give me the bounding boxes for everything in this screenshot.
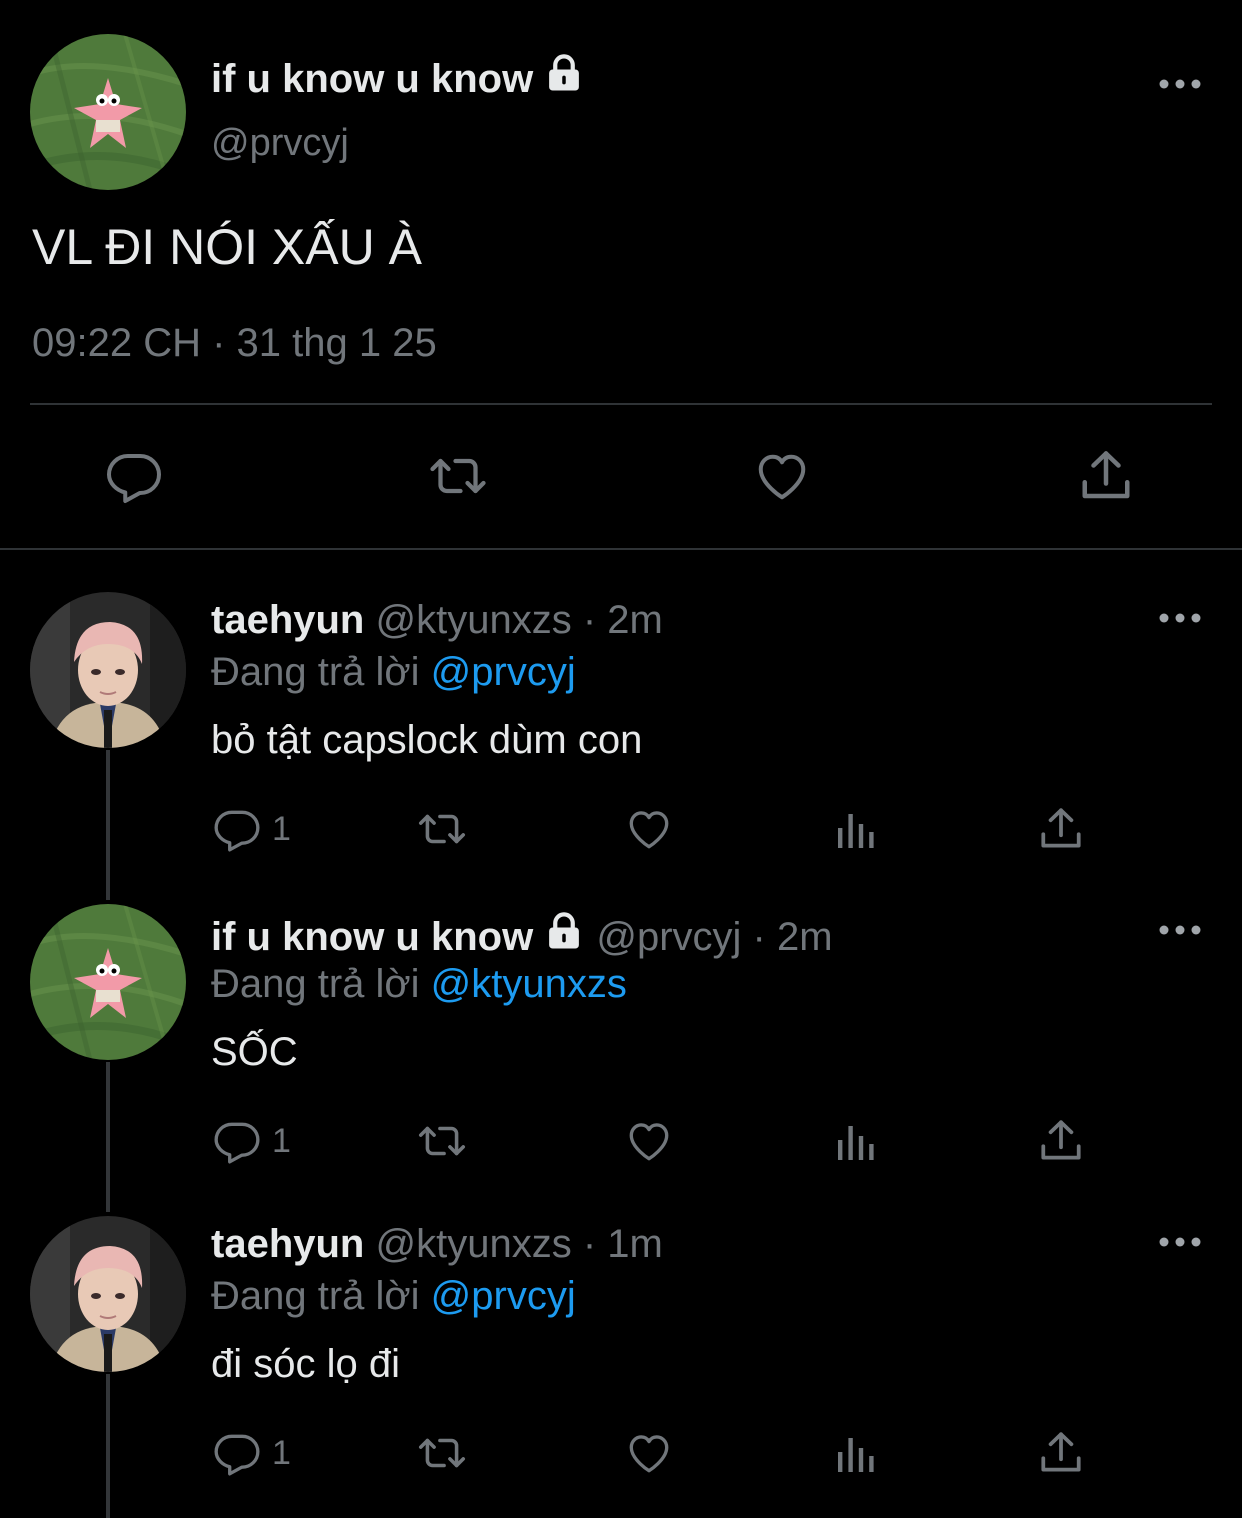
heart-icon	[624, 1116, 674, 1166]
reply-text: đi sóc lọ đi	[211, 1342, 400, 1386]
reply-handle[interactable]: @ktyunxzs	[375, 1222, 571, 1266]
reply-button[interactable]: 1	[212, 1428, 291, 1478]
reply-text: SỐC	[211, 1030, 298, 1074]
share-button[interactable]	[1036, 1428, 1086, 1478]
divider	[30, 403, 1212, 405]
reply-count: 1	[272, 809, 291, 848]
reply-icon	[104, 446, 164, 506]
reply-header: taehyun @ktyunxzs · 1m	[211, 1220, 663, 1268]
taehyun-avatar-icon	[30, 592, 186, 748]
reply-avatar[interactable]	[30, 1216, 186, 1372]
replying-to-link[interactable]: @prvcyj	[431, 1274, 576, 1318]
thread-line	[106, 1374, 110, 1518]
retweet-icon	[414, 1116, 470, 1166]
more-options-icon[interactable]	[1158, 1232, 1202, 1252]
retweet-button[interactable]	[425, 446, 491, 506]
main-display-name[interactable]: if u know u know	[211, 52, 585, 104]
share-icon	[1036, 804, 1086, 854]
replying-to-link[interactable]: @ktyunxzs	[431, 962, 627, 1006]
more-options-icon[interactable]	[1158, 608, 1202, 628]
heart-icon	[624, 804, 674, 854]
reply-avatar[interactable]	[30, 904, 186, 1060]
taehyun-avatar-icon	[30, 1216, 186, 1372]
share-button[interactable]	[1036, 1116, 1086, 1166]
replying-to: Đang trả lời @ktyunxzs	[211, 960, 627, 1008]
reply-display-name[interactable]: taehyun	[211, 1222, 364, 1266]
reply-avatar[interactable]	[30, 592, 186, 748]
reply-header: taehyun @ktyunxzs · 2m	[211, 596, 663, 644]
patrick-star-avatar-icon	[30, 34, 186, 190]
share-icon	[1036, 1428, 1086, 1478]
more-options-icon[interactable]	[1158, 74, 1202, 94]
replying-to: Đang trả lời @prvcyj	[211, 648, 576, 696]
separator: ·	[752, 915, 766, 959]
views-icon	[832, 806, 880, 854]
main-tweet-text: VL ĐI NÓI XẤU À	[32, 219, 422, 275]
reply-count: 1	[272, 1121, 291, 1160]
replying-label: Đang trả lời	[211, 1274, 420, 1318]
reply-text: bỏ tật capslock dùm con	[211, 718, 643, 762]
reply-time[interactable]: 2m	[607, 598, 663, 642]
like-button[interactable]	[624, 804, 674, 854]
views-button[interactable]	[832, 1118, 880, 1166]
reply-display-name[interactable]: if u know u know	[211, 915, 533, 959]
views-icon	[832, 1118, 880, 1166]
heart-icon	[624, 1428, 674, 1478]
share-button[interactable]	[1036, 804, 1086, 854]
reply-button[interactable]: 1	[212, 804, 291, 854]
reply-icon	[212, 1116, 262, 1166]
main-handle[interactable]: @prvcyj	[211, 120, 349, 166]
main-display-name-text: if u know u know	[211, 57, 534, 101]
reply-display-name[interactable]: taehyun	[211, 598, 364, 642]
reply-time[interactable]: 2m	[777, 915, 833, 959]
retweet-icon	[414, 1428, 470, 1478]
lock-icon	[543, 910, 585, 952]
views-button[interactable]	[832, 806, 880, 854]
retweet-button[interactable]	[414, 1428, 470, 1478]
replying-label: Đang trả lời	[211, 650, 420, 694]
reply-header: if u know u know @prvcyj · 2m	[211, 910, 833, 961]
share-icon	[1036, 1116, 1086, 1166]
reply-button[interactable]: 1	[212, 1116, 291, 1166]
thread-line	[106, 1062, 110, 1212]
like-button[interactable]	[752, 446, 812, 506]
reply-handle[interactable]: @ktyunxzs	[375, 598, 571, 642]
thread-line	[106, 750, 110, 900]
share-button[interactable]	[1076, 446, 1136, 506]
replying-label: Đang trả lời	[211, 962, 420, 1006]
separator: ·	[582, 598, 597, 642]
main-timestamp[interactable]: 09:22 CH · 31 thg 1 25	[32, 318, 437, 368]
reply-handle[interactable]: @prvcyj	[596, 915, 741, 959]
reply-button[interactable]	[104, 446, 164, 506]
main-avatar[interactable]	[30, 34, 186, 190]
separator: ·	[582, 1222, 597, 1266]
patrick-star-avatar-icon	[30, 904, 186, 1060]
retweet-icon	[425, 446, 491, 506]
views-icon	[832, 1430, 880, 1478]
more-options-icon[interactable]	[1158, 920, 1202, 940]
retweet-icon	[414, 804, 470, 854]
reply-icon	[212, 1428, 262, 1478]
heart-icon	[752, 446, 812, 506]
views-button[interactable]	[832, 1430, 880, 1478]
reply-time[interactable]: 1m	[607, 1222, 663, 1266]
retweet-button[interactable]	[414, 804, 470, 854]
share-icon	[1076, 446, 1136, 506]
lock-icon	[543, 52, 585, 94]
reply-count: 1	[272, 1433, 291, 1472]
like-button[interactable]	[624, 1428, 674, 1478]
like-button[interactable]	[624, 1116, 674, 1166]
divider	[0, 548, 1242, 550]
retweet-button[interactable]	[414, 1116, 470, 1166]
replying-to: Đang trả lời @prvcyj	[211, 1272, 576, 1320]
reply-icon	[212, 804, 262, 854]
replying-to-link[interactable]: @prvcyj	[431, 650, 576, 694]
